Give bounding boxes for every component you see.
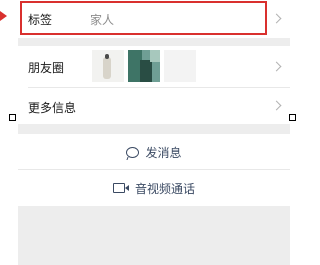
more-info-label: 更多信息 <box>28 101 77 115</box>
message-bubble-icon <box>126 146 140 158</box>
video-call-label: 音视频通话 <box>134 181 195 196</box>
chevron-right-icon <box>271 13 282 24</box>
highlight-pointer-icon <box>0 11 7 21</box>
selection-handle-left[interactable] <box>9 114 16 121</box>
tags-row[interactable]: 标签 家人 <box>18 0 290 38</box>
moments-photo-thumbnail <box>92 50 124 82</box>
video-camera-icon <box>112 183 129 193</box>
contact-detail-screen: 标签 家人 朋友圈 更多信息 发消息 音视频通话 <box>18 0 290 265</box>
moments-row[interactable]: 朋友圈 <box>18 46 290 88</box>
moments-photo-thumbnail <box>164 50 196 82</box>
send-message-label: 发消息 <box>145 145 182 160</box>
more-info-row[interactable]: 更多信息 <box>18 88 290 124</box>
send-message-button[interactable]: 发消息 <box>18 134 290 170</box>
chevron-right-icon <box>271 100 282 111</box>
selection-handle-right[interactable] <box>289 114 296 121</box>
video-call-button[interactable]: 音视频通话 <box>18 170 290 206</box>
moments-photo-thumbnail <box>128 50 160 82</box>
chevron-right-icon <box>271 61 282 72</box>
highlight-box <box>20 1 267 35</box>
moments-label: 朋友圈 <box>28 61 65 75</box>
